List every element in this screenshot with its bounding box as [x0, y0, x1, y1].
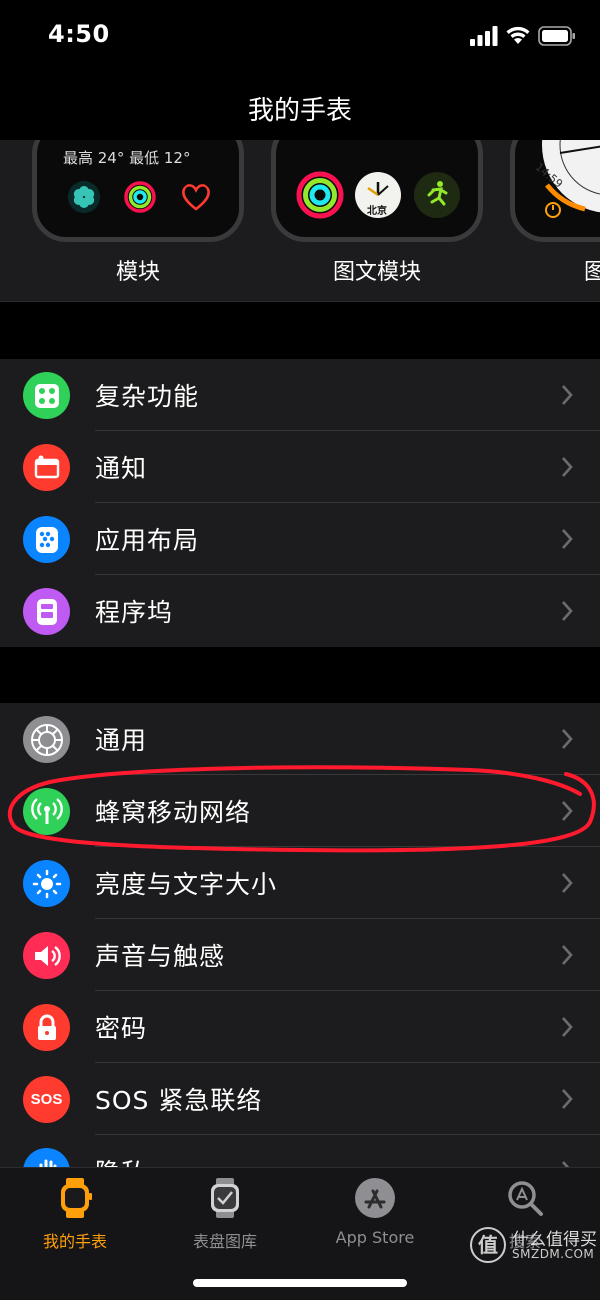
nav-bar: 我的手表	[0, 74, 600, 140]
watch-faces-gallery[interactable]: 最高 24° 最低 12° 模块 北京 图文模块 14:59	[0, 140, 600, 302]
settings-row-app-layout[interactable]: 应用布局	[0, 503, 600, 575]
settings-row-general[interactable]: 通用	[0, 703, 600, 775]
activity-rings-icon	[124, 181, 156, 213]
settings-row-label: 通知	[95, 454, 148, 483]
chevron-right-icon	[562, 729, 573, 749]
gear-icon	[23, 716, 70, 763]
settings-row-label: 通用	[95, 726, 148, 755]
settings-row-complications[interactable]: 复杂功能	[0, 359, 600, 431]
settings-row-label: 密码	[95, 1014, 148, 1043]
settings-row-brightness[interactable]: 亮度与文字大小	[0, 847, 600, 919]
watermark-logo: 值 什么值得买 SMZDM.COM	[470, 1225, 600, 1285]
watch-face-label: 图文模块	[332, 260, 421, 285]
tab-bar: 我的手表 表盘图库 App Store 搜索 值 什么值得买 SMZDM.COM	[0, 1167, 600, 1300]
tab-my-watch[interactable]: 我的手表	[0, 1176, 150, 1252]
dock-icon	[23, 588, 70, 635]
sos-icon: SOS	[23, 1076, 70, 1123]
settings-row-label: 复杂功能	[95, 382, 200, 411]
chevron-right-icon	[562, 945, 573, 965]
battery-icon	[538, 26, 575, 46]
settings-row-cellular[interactable]: 蜂窝移动网络	[0, 775, 600, 847]
lock-icon	[23, 1004, 70, 1051]
sos-badge-text: SOS	[30, 1091, 63, 1108]
settings-row-dock[interactable]: 程序坞	[0, 575, 600, 647]
settings-row-label: 程序坞	[95, 598, 174, 627]
watch-face-gallery-icon	[211, 1178, 239, 1218]
tab-face-gallery[interactable]: 表盘图库	[150, 1176, 300, 1252]
watch-face-infograph[interactable]: 14:59	[510, 140, 600, 242]
chevron-right-icon	[562, 1017, 573, 1037]
activity-rings-icon	[296, 171, 344, 219]
chevron-right-icon	[562, 1161, 570, 1167]
tab-label: App Store	[335, 1228, 415, 1247]
watch-face-infograph-modular[interactable]: 北京	[271, 140, 483, 242]
watch-face-modular[interactable]: 最高 24° 最低 12°	[32, 140, 244, 242]
section-spacer	[0, 647, 600, 703]
timer-icon	[545, 202, 561, 218]
page-title: 我的手表	[247, 96, 352, 126]
chevron-right-icon	[562, 457, 573, 477]
speaker-icon	[23, 932, 70, 979]
chevron-right-icon	[562, 601, 573, 621]
tab-label: 表盘图库	[192, 1232, 257, 1251]
status-bar: 4:50	[0, 0, 600, 74]
wifi-icon	[506, 26, 530, 44]
complications-icon	[23, 372, 70, 419]
world-clock-city: 北京	[367, 206, 387, 217]
section-spacer	[0, 302, 600, 359]
heart-icon	[182, 184, 210, 211]
workout-icon	[414, 172, 460, 218]
settings-row-passcode[interactable]: 密码	[0, 991, 600, 1063]
watermark-glyph: 值	[470, 1227, 506, 1263]
settings-group-1: 复杂功能 通知 应用布局 程序坞	[0, 359, 600, 647]
tab-app-store[interactable]: App Store	[300, 1176, 450, 1247]
settings-row-label: 声音与触感	[95, 942, 226, 971]
settings-row-emergency-sos[interactable]: SOS SOS 紧急联络	[0, 1063, 600, 1135]
settings-row-privacy[interactable]: 隐私	[0, 1135, 600, 1167]
app-layout-icon	[23, 516, 70, 563]
watermark-subtitle: SMZDM.COM	[512, 1247, 595, 1261]
settings-row-label: 隐私	[95, 1153, 147, 1167]
home-indicator[interactable]	[193, 1279, 407, 1287]
chevron-right-icon	[562, 529, 573, 549]
status-time: 4:50	[48, 20, 110, 48]
settings-row-label: 应用布局	[95, 526, 200, 555]
settings-row-label: 蜂窝移动网络	[95, 798, 252, 827]
watch-face-label: 模块	[115, 260, 160, 285]
settings-row-notifications[interactable]: 通知	[0, 431, 600, 503]
brightness-icon	[23, 860, 70, 907]
chevron-right-icon	[562, 1089, 573, 1109]
settings-row-label: 亮度与文字大小	[95, 870, 278, 899]
search-icon	[508, 1181, 543, 1216]
cellular-signal-icon	[470, 26, 498, 46]
chevron-right-icon	[562, 801, 573, 821]
chevron-right-icon	[562, 873, 573, 893]
weather-complication: 最高 24° 最低 12°	[63, 149, 191, 167]
settings-row-sounds[interactable]: 声音与触感	[0, 919, 600, 991]
chevron-right-icon	[562, 385, 573, 405]
breathe-icon	[68, 181, 100, 213]
tab-label: 我的手表	[42, 1232, 107, 1251]
settings-row-label: SOS 紧急联络	[95, 1086, 263, 1115]
app-store-icon	[355, 1178, 395, 1218]
watch-face-label: 图	[584, 254, 600, 286]
settings-group-2: 通用 蜂窝移动网络 亮度与文字大小 声音与触感 密码 SOS SOS 紧急联络	[0, 703, 600, 1167]
notifications-icon	[23, 444, 70, 491]
watch-icon	[61, 1178, 92, 1218]
hand-icon	[23, 1148, 70, 1167]
cellular-icon	[23, 788, 70, 835]
